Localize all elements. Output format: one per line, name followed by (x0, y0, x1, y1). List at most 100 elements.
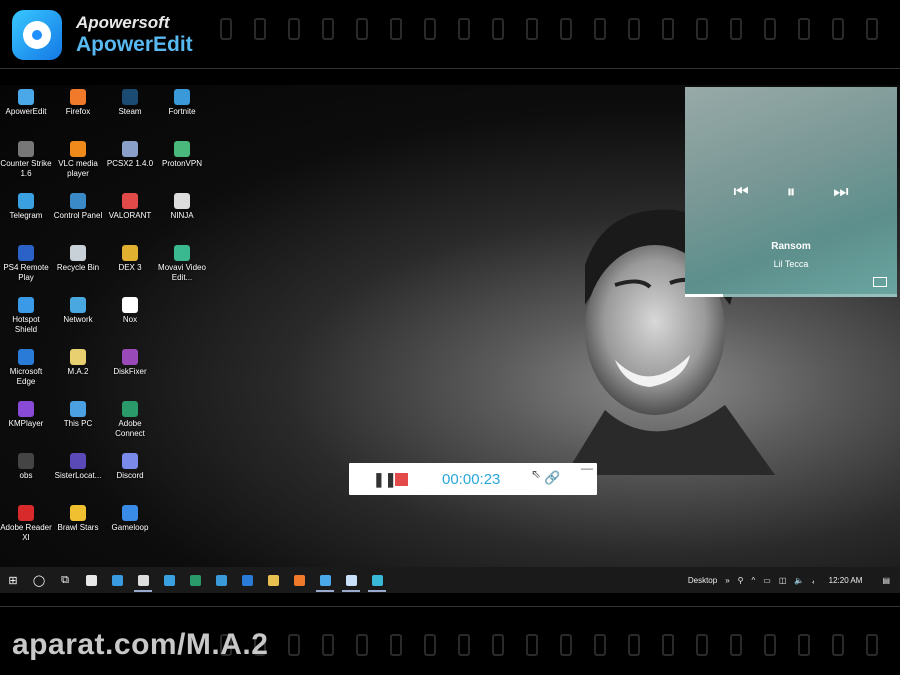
app-icon (18, 141, 34, 157)
film-hole (390, 634, 402, 656)
desktop-icon-recycle-bin[interactable]: Recycle Bin (52, 245, 104, 273)
desktop-icon-network[interactable]: Network (52, 297, 104, 325)
desktop-icon-label: PS4 Remote Play (3, 263, 49, 282)
miniplayer-icon[interactable] (873, 277, 887, 287)
desktop-icon-vlc-media-player[interactable]: VLC media player (52, 141, 104, 179)
desktop-icon-firefox[interactable]: Firefox (52, 89, 104, 117)
firefox-icon[interactable] (286, 567, 312, 593)
film-hole (424, 18, 436, 40)
film-hole (662, 634, 674, 656)
desktop-icon-fortnite[interactable]: Fortnite (156, 89, 208, 117)
language-indicator[interactable]: ﺑ (812, 576, 814, 585)
app-icon (174, 141, 190, 157)
song-artist: Lil Tecca (773, 259, 809, 269)
desktop-icon-label: VLC media player (58, 159, 98, 178)
desktop-icon-steam[interactable]: Steam (104, 89, 156, 117)
song-title: Ransom (771, 241, 811, 252)
recorder-icon[interactable] (364, 567, 390, 593)
app-icon (122, 245, 138, 261)
desktop-icon-nox[interactable]: Nox (104, 297, 156, 325)
telegram-icon[interactable] (156, 567, 182, 593)
apoweredit-icon[interactable] (312, 567, 338, 593)
next-track-icon[interactable]: ⏭ (833, 182, 848, 202)
network-icon[interactable]: ◫ (779, 576, 787, 585)
film-hole (628, 634, 640, 656)
desktop-icon-control-panel[interactable]: Control Panel (52, 193, 104, 221)
desktop-icon-sisterlocat[interactable]: SisterLocat... (52, 453, 104, 481)
task-view-icon[interactable]: ⧉ (52, 567, 78, 593)
edge-icon[interactable] (234, 567, 260, 593)
desktop-icon-this-pc[interactable]: This PC (52, 401, 104, 429)
desktop-icon-movavi-video-edit[interactable]: Movavi Video Edit... (156, 245, 208, 283)
desktop-icon-label: Recycle Bin (56, 263, 100, 272)
playback-progress[interactable] (685, 294, 897, 297)
film-hole (832, 634, 844, 656)
stop-recording-icon[interactable] (395, 473, 408, 486)
desktop-icon-telegram[interactable]: Telegram (0, 193, 52, 221)
explorer-icon[interactable] (260, 567, 286, 593)
desktop-icon-hotspot-shield[interactable]: Hotspot Shield (0, 297, 52, 335)
obs-icon[interactable] (130, 567, 156, 593)
film-hole (220, 18, 232, 40)
app-icon (122, 401, 138, 417)
pause-recording-icon[interactable]: ❚❚ (373, 471, 396, 488)
pause-icon[interactable]: ⏸ (787, 182, 796, 202)
desktop-icon-discord[interactable]: Discord (104, 453, 156, 481)
desktop-icon-apoweredit[interactable]: ApowerEdit (0, 89, 52, 117)
app-icon[interactable] (182, 567, 208, 593)
desktop-icon-dex-3[interactable]: DEX 3 (104, 245, 156, 273)
app-icon (18, 89, 34, 105)
desktop-icon-gameloop[interactable]: Gameloop (104, 505, 156, 533)
link-icon[interactable]: 🔗 (544, 470, 560, 486)
desktop-icon-ninja[interactable]: NINJA (156, 193, 208, 221)
desktop-icon-pcsx2-1-4-0[interactable]: PCSX2 1.4.0 (104, 141, 156, 169)
app-icon (174, 193, 190, 209)
desktop-icon-adobe-connect[interactable]: Adobe Connect (104, 401, 156, 439)
tray-desktop-label[interactable]: Desktop (688, 576, 717, 585)
app-icon (18, 297, 34, 313)
desktop-icon-diskfixer[interactable]: DiskFixer (104, 349, 156, 377)
apoweredit-logo-icon (12, 10, 62, 60)
desktop-icon-obs[interactable]: obs (0, 453, 52, 481)
app-icon (122, 141, 138, 157)
film-hole (594, 634, 606, 656)
film-hole (832, 18, 844, 40)
brand-product: ApowerEdit (76, 32, 193, 56)
app-icon (18, 349, 34, 365)
desktop-icon-label: Discord (116, 471, 144, 480)
app-icon (18, 401, 34, 417)
tray-chevron-icon[interactable]: » (725, 576, 729, 585)
desktop-icon-valorant[interactable]: VALORANT (104, 193, 156, 221)
desktop-icon-adobe-reader-xi[interactable]: Adobe Reader XI (0, 505, 52, 543)
previous-track-icon[interactable]: ⏮ (733, 182, 748, 202)
minimize-icon[interactable]: — (581, 461, 593, 475)
film-hole (322, 18, 334, 40)
search-circle-icon[interactable]: ◯ (26, 567, 52, 593)
cloud-icon[interactable] (338, 567, 364, 593)
desktop-icon-label: obs (19, 471, 33, 480)
notification-icon[interactable]: ▤ (882, 576, 890, 585)
mail-icon[interactable] (104, 567, 130, 593)
desktop-icon-m-a-2[interactable]: M.A.2 (52, 349, 104, 377)
film-hole (798, 634, 810, 656)
app-icon (70, 349, 86, 365)
volume-icon[interactable]: 🔈 (794, 576, 804, 585)
clock[interactable]: 12:20 AM (829, 576, 863, 585)
battery-icon[interactable]: ▭ (763, 576, 771, 585)
desktop-icon-kmplayer[interactable]: KMPlayer (0, 401, 52, 429)
brand-company: Apowersoft (76, 13, 170, 33)
people-icon[interactable]: ⚲ (738, 576, 744, 585)
recording-toolbar: ❚❚ 00:00:23 ⇖ 🔗 — (349, 461, 597, 495)
app-icon (174, 89, 190, 105)
desktop-icon-counter-strike-1-6[interactable]: Counter Strike 1.6 (0, 141, 52, 179)
tray-overflow-icon[interactable]: ^ (752, 576, 756, 585)
store-icon[interactable] (78, 567, 104, 593)
start-icon[interactable]: ⊞ (0, 567, 26, 593)
desktop-icon-microsoft-edge[interactable]: Microsoft Edge (0, 349, 52, 387)
desktop-icon-protonvpn[interactable]: ProtonVPN (156, 141, 208, 169)
desktop-icon-label: Gameloop (111, 523, 149, 532)
desktop-icon-ps4-remote-play[interactable]: PS4 Remote Play (0, 245, 52, 283)
fortnite-icon[interactable] (208, 567, 234, 593)
app-icon (122, 193, 138, 209)
desktop-icon-brawl-stars[interactable]: Brawl Stars (52, 505, 104, 533)
